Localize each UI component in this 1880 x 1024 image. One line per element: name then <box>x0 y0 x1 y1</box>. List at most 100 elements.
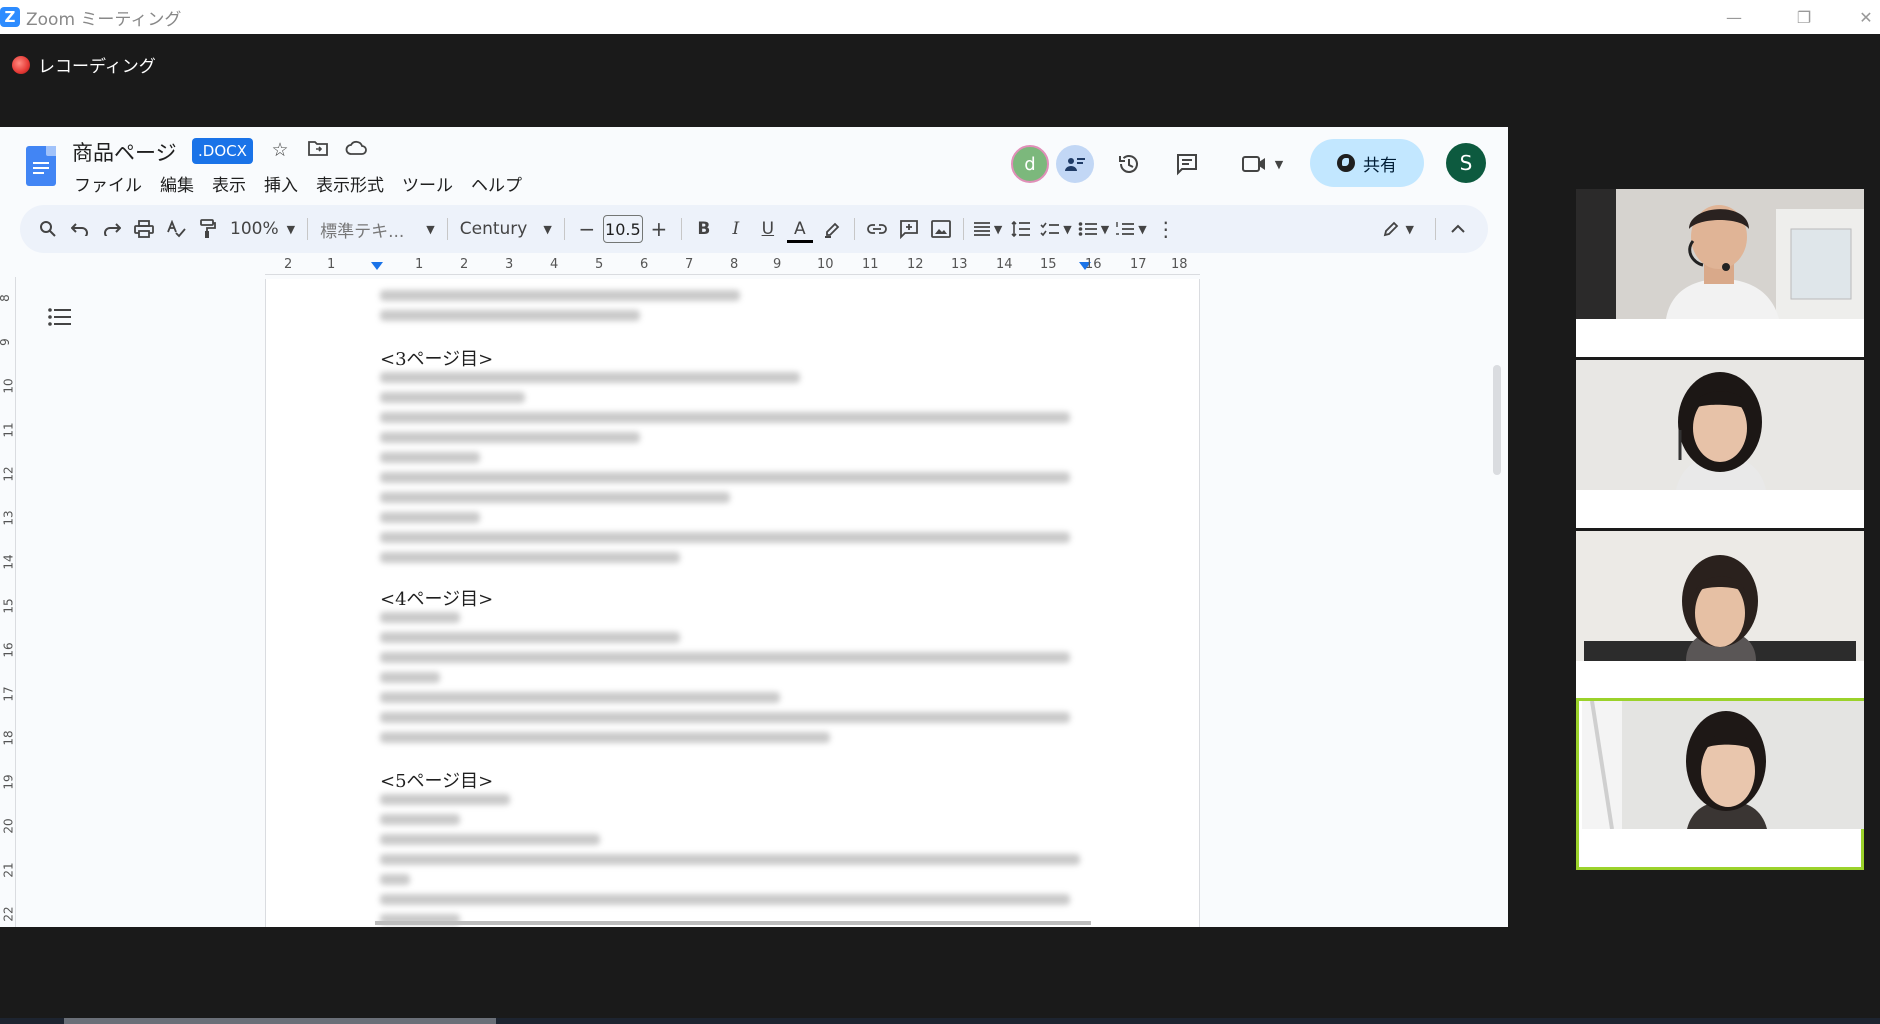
blurred-text <box>380 732 830 743</box>
collaborator-avatar[interactable]: d <box>1011 145 1049 183</box>
menu-format[interactable]: 表示形式 <box>316 171 384 196</box>
minimize-button[interactable]: — <box>1714 0 1754 34</box>
increase-font-size-button[interactable]: + <box>643 213 675 245</box>
horizontal-scrollbar[interactable] <box>375 921 1091 925</box>
recording-indicator[interactable]: レコーディング <box>12 52 156 77</box>
toolbar-divider <box>446 218 448 240</box>
blurred-text <box>380 652 1070 663</box>
ruler-tick: 6 <box>640 257 649 272</box>
participant-tile-3[interactable] <box>1576 531 1864 699</box>
add-comment-icon[interactable] <box>893 213 925 245</box>
blurred-text <box>380 372 800 383</box>
toolbar-divider <box>563 218 565 240</box>
document-outline-icon[interactable] <box>48 307 72 333</box>
toolbar-divider <box>962 218 964 240</box>
ruler-tick: 1 <box>327 257 336 272</box>
section-heading: <4ページ目> <box>380 589 494 610</box>
blurred-text <box>380 632 680 643</box>
menu-help[interactable]: ヘルプ <box>471 171 522 196</box>
ruler-tick: 16 <box>1085 257 1102 272</box>
bold-button[interactable]: B <box>688 213 720 245</box>
editing-mode-icon[interactable]: ▼ <box>1379 213 1417 245</box>
blurred-text <box>380 532 1070 543</box>
link-icon[interactable] <box>861 213 893 245</box>
ruler-tick: 17 <box>1130 257 1147 272</box>
search-menus-icon[interactable] <box>32 213 64 245</box>
numbered-list-icon[interactable]: ▼ <box>1112 213 1149 245</box>
redo-icon[interactable] <box>96 213 128 245</box>
blurred-text <box>380 432 640 443</box>
participant-tile-2[interactable] <box>1576 360 1864 528</box>
blurred-text <box>380 834 600 845</box>
menu-file[interactable]: ファイル <box>74 171 142 196</box>
star-icon[interactable]: ☆ <box>267 139 293 161</box>
ruler-tick: 14 <box>1 554 16 570</box>
meet-camera-icon[interactable]: ▼ <box>1232 147 1292 181</box>
blurred-text <box>380 894 1070 905</box>
style-value: 標準テキ... <box>320 221 405 242</box>
paint-format-icon[interactable] <box>192 213 224 245</box>
menu-insert[interactable]: 挿入 <box>264 171 298 196</box>
highlight-icon[interactable] <box>816 213 848 245</box>
menu-view[interactable]: 表示 <box>212 171 246 196</box>
menu-edit[interactable]: 編集 <box>160 171 194 196</box>
share-button[interactable]: 共有 <box>1310 139 1424 187</box>
ruler-tick: 22 <box>1 906 16 922</box>
taskbar-highlight <box>64 1018 496 1024</box>
ruler-tick: 2 <box>284 257 293 272</box>
move-folder-icon[interactable] <box>305 139 331 162</box>
version-history-icon[interactable] <box>1112 147 1146 181</box>
ruler-tick: 15 <box>1 598 16 614</box>
zoom-value: 100% <box>230 219 279 239</box>
present-chat-icon[interactable] <box>1056 145 1094 183</box>
print-icon[interactable] <box>128 213 160 245</box>
close-button[interactable]: ✕ <box>1846 0 1880 34</box>
undo-icon[interactable] <box>64 213 96 245</box>
docs-logo-icon[interactable] <box>26 146 56 186</box>
italic-button[interactable]: I <box>720 213 752 245</box>
blurred-text <box>380 452 480 463</box>
vertical-scrollbar[interactable] <box>1493 365 1501 475</box>
zoom-select[interactable]: 100% ▼ <box>224 219 301 239</box>
horizontal-ruler[interactable]: 2 1 1 2 3 4 5 6 7 8 9 10 11 12 13 14 15 … <box>265 257 1200 275</box>
font-size-input[interactable]: 10.5 <box>602 215 643 243</box>
chevron-down-icon: ▼ <box>286 222 296 236</box>
menu-tools[interactable]: ツール <box>402 171 453 196</box>
ruler-tick: 13 <box>1 510 16 526</box>
font-select[interactable]: Century ▼ <box>454 219 558 239</box>
docx-badge: .DOCX <box>192 138 253 164</box>
toolbar-divider <box>680 218 682 240</box>
comments-icon[interactable] <box>1170 147 1204 181</box>
ruler-tick: 10 <box>1 378 16 394</box>
insert-image-icon[interactable] <box>925 213 957 245</box>
participant-video <box>1582 701 1864 829</box>
bulleted-list-icon[interactable]: ▼ <box>1075 213 1112 245</box>
align-icon[interactable]: ▼ <box>970 213 1005 245</box>
ruler-tick: 18 <box>1 730 16 746</box>
zoom-logo-icon: Z <box>0 7 20 27</box>
participant-tile-1[interactable] <box>1576 189 1864 357</box>
underline-button[interactable]: U <box>752 213 784 245</box>
ruler-tick: 12 <box>1 466 16 482</box>
blurred-text <box>380 472 1070 483</box>
blurred-text <box>380 310 640 321</box>
checklist-icon[interactable]: ▼ <box>1037 213 1074 245</box>
decrease-font-size-button[interactable]: − <box>571 213 603 245</box>
paragraph-style-select[interactable]: 標準テキ... ▼ <box>314 217 441 242</box>
line-spacing-icon[interactable] <box>1005 213 1037 245</box>
vertical-ruler[interactable]: 8 9 10 11 12 13 14 15 16 17 18 19 20 21 … <box>0 277 16 927</box>
spellcheck-icon[interactable] <box>160 213 192 245</box>
restore-button[interactable]: ❐ <box>1784 0 1824 34</box>
ruler-tick: 5 <box>595 257 604 272</box>
cloud-status-icon[interactable] <box>343 139 369 161</box>
record-icon <box>12 55 30 74</box>
more-options-icon[interactable]: ⋮ <box>1150 213 1182 245</box>
document-title[interactable]: 商品ページ <box>72 137 177 167</box>
toolbar-divider <box>307 218 309 240</box>
ruler-tick: 8 <box>0 294 12 302</box>
user-avatar[interactable]: S <box>1446 143 1486 183</box>
left-indent-marker[interactable] <box>371 262 383 270</box>
text-color-button[interactable]: A <box>784 213 816 245</box>
participant-tile-active-speaker[interactable] <box>1576 698 1864 870</box>
hide-menus-icon[interactable] <box>1442 213 1474 245</box>
